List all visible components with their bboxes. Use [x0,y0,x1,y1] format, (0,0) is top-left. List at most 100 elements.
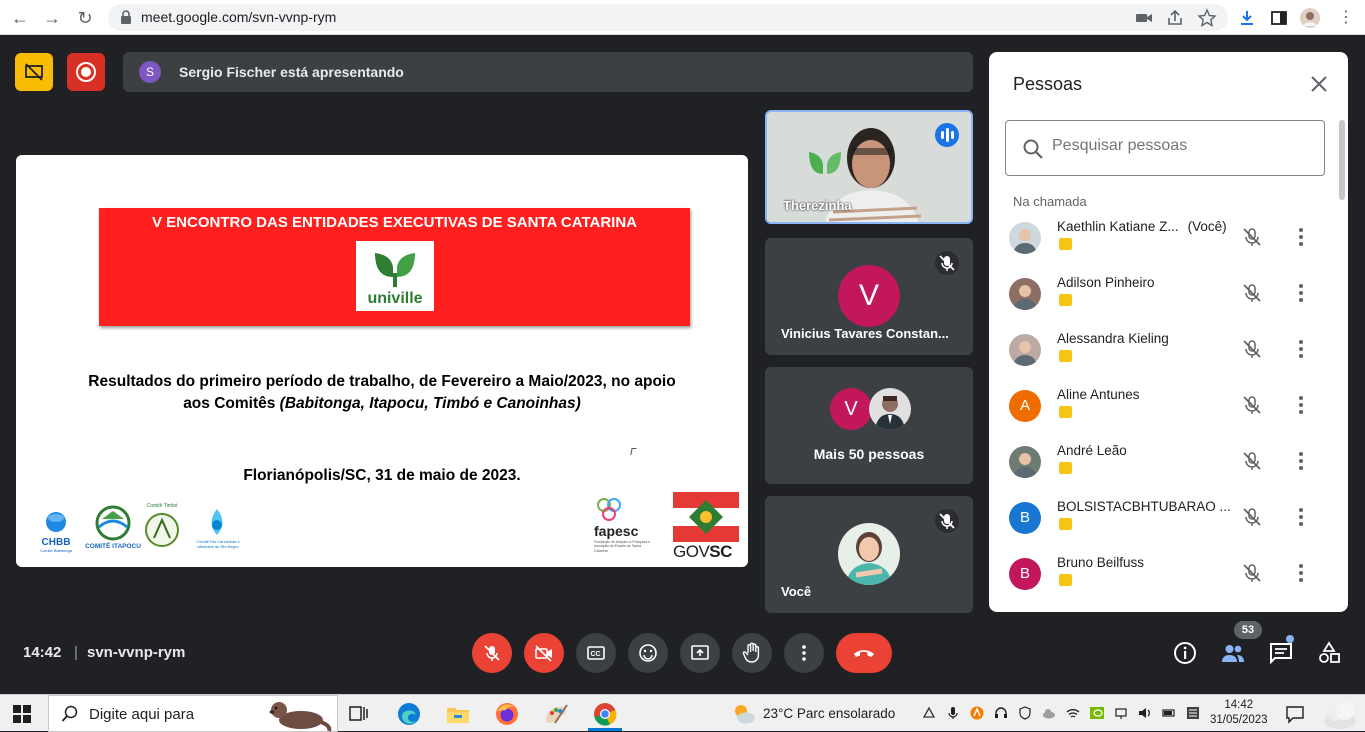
presenting-badge-icon [1059,350,1072,362]
record-icon [76,62,96,82]
participant-mic-off-icon[interactable] [1241,394,1263,416]
participant-name-text: Aline Antunes [1057,387,1140,402]
participant-mic-off-icon[interactable] [1241,282,1263,304]
participant-more-icon[interactable] [1291,338,1311,360]
search-people-input[interactable] [1052,137,1312,155]
tray-headset-icon[interactable] [994,706,1008,720]
side-panel-icon[interactable] [1269,8,1289,28]
santa-catarina-flag-icon [673,492,739,542]
participant-name: Adilson Pinheiro [1057,275,1155,290]
people-list-item[interactable]: A Aline Antunes [989,382,1339,438]
task-view-icon[interactable] [346,701,372,727]
present-screen-button[interactable] [680,633,720,673]
share-icon[interactable] [1165,8,1185,28]
presenting-badge-icon [1059,518,1072,530]
govsc-text-sc: SC [709,542,732,561]
notification-center-icon[interactable] [1285,704,1305,724]
participant-more-icon[interactable] [1291,394,1311,416]
people-list-item[interactable]: Alessandra Kieling [989,326,1339,382]
weather-widget-icon[interactable] [1322,697,1358,730]
paint-app-icon[interactable] [543,701,569,727]
chbb-subtext: Comitê Babitonga [40,548,72,553]
participant-name-text: André Leão [1057,443,1127,458]
results-line-1: Resultados do primeiro período de trabal… [88,373,676,390]
people-list-item[interactable]: André Leão [989,438,1339,494]
camera-icon[interactable] [1134,8,1154,28]
presentation-toggle-button[interactable] [15,53,53,91]
participant-mic-off-icon[interactable] [1241,450,1263,472]
tile-avatar-vinicius: V [838,265,900,327]
tray-avast-icon[interactable] [970,706,984,720]
back-arrow-icon[interactable]: ← [9,7,31,29]
activities-icon[interactable] [1316,640,1342,666]
camera-toggle-button[interactable] [524,633,564,673]
forward-arrow-icon[interactable]: → [41,7,63,29]
chrome-icon[interactable] [592,701,618,727]
tray-nvidia-icon[interactable] [1090,706,1104,720]
search-people-box[interactable] [1005,120,1325,176]
edge-browser-icon[interactable] [396,701,422,727]
participant-mic-off-icon[interactable] [1241,562,1263,584]
raise-hand-button[interactable] [732,633,772,673]
tray-cloud-icon[interactable] [1042,706,1056,720]
tray-battery-icon[interactable] [1162,706,1176,720]
download-icon[interactable] [1237,8,1257,28]
reactions-button[interactable] [628,633,668,673]
meeting-info-icon[interactable] [1172,640,1198,666]
tray-volume-icon[interactable] [1138,706,1152,720]
people-icon[interactable] [1220,640,1246,666]
kebab-menu-icon[interactable]: ⋮ [1336,8,1356,28]
tile-therezinha[interactable]: Therezinha [765,110,973,224]
windows-start-icon[interactable] [12,704,32,724]
univille-leaf-icon [375,253,415,287]
participant-more-icon[interactable] [1291,282,1311,304]
tray-wifi-icon[interactable] [1066,706,1080,720]
tile-more-people[interactable]: V Mais 50 pessoas [765,367,973,484]
participant-mic-off-icon[interactable] [1241,226,1263,248]
tray-microphone-icon[interactable] [946,706,960,720]
fapesc-subtext: Fundação de Amparo à Pesquisa e Inovação… [594,540,651,553]
captions-button[interactable]: CC [576,633,616,673]
taskbar-clock[interactable]: 14:42 31/05/2023 [1210,698,1268,728]
recording-button[interactable] [67,53,105,91]
people-list-item[interactable]: B Bruno Beilfuss [989,550,1339,606]
people-list-item[interactable]: Adilson Pinheiro [989,270,1339,326]
close-icon[interactable] [1307,72,1331,96]
participant-more-icon[interactable] [1291,506,1311,528]
taskbar-search-text: Digite aqui para [89,706,195,723]
tile-self[interactable]: Você [765,496,973,613]
tile-vinicius[interactable]: V Vinicius Tavares Constan... [765,238,973,355]
more-options-button[interactable] [784,633,824,673]
tray-app-icon[interactable] [922,706,936,720]
panel-scrollbar[interactable] [1339,120,1345,200]
participant-avatar [1009,334,1041,366]
people-list-item[interactable]: Kaethlin Katiane Z... (Você) [989,214,1339,270]
tile-self-mic-off-icon [935,509,959,533]
star-icon[interactable] [1197,8,1217,28]
chat-icon[interactable] [1268,640,1294,666]
mic-off-icon [484,645,500,661]
reload-icon[interactable]: ↻ [74,7,96,29]
participant-more-icon[interactable] [1291,226,1311,248]
participant-mic-off-icon[interactable] [1241,506,1263,528]
address-bar[interactable]: meet.google.com/svn-vvnp-rym [108,4,1228,31]
firefox-icon[interactable] [494,701,520,727]
profile-avatar-icon[interactable] [1300,8,1320,28]
participant-more-icon[interactable] [1291,562,1311,584]
participant-mic-off-icon[interactable] [1241,338,1263,360]
mic-toggle-button[interactable] [472,633,512,673]
presenting-badge-icon [1059,294,1072,306]
leave-call-button[interactable] [836,633,892,673]
tray-security-icon[interactable] [1018,706,1032,720]
file-explorer-icon[interactable] [445,701,471,727]
weather-text[interactable]: 23°C Parc ensolarado [763,706,895,721]
tray-keyboard-icon[interactable] [1186,706,1200,720]
presenting-badge-icon [1059,238,1072,250]
participant-count-badge: 53 [1234,621,1262,639]
results-line-2-prefix: aos Comitês [183,395,280,412]
tile-avatar-man [869,388,911,430]
participant-more-icon[interactable] [1291,450,1311,472]
tray-network-icon[interactable] [1114,706,1128,720]
taskbar-search-box[interactable]: Digite aqui para [48,695,338,732]
people-list-item[interactable]: B BOLSISTACBHTUBARAO ... [989,494,1339,550]
